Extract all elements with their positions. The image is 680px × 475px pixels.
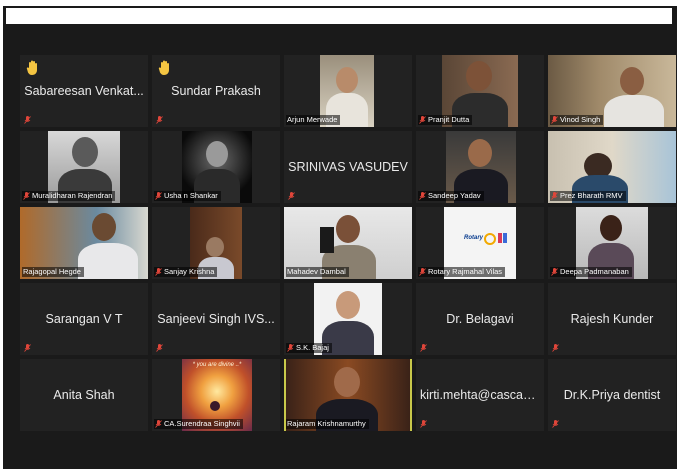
muted-mic-icon	[24, 344, 31, 352]
muted-mic-icon	[155, 420, 162, 428]
muted-mic-icon	[420, 420, 427, 428]
participant-name: SRINIVAS VASUDEV	[288, 160, 408, 174]
participant-tile[interactable]: Vinod Singh	[548, 55, 676, 127]
name-label: Rotary Rajmahal Vilas	[418, 267, 506, 277]
participant-name: Sanjeevi Singh IVS...	[157, 312, 275, 326]
participant-tile[interactable]: Rajesh Kunder	[548, 283, 676, 355]
name-label: Vinod Singh	[550, 115, 604, 125]
participant-tile[interactable]: Dr. Belagavi	[416, 283, 544, 355]
participant-tile[interactable]: Muralidharan Rajendran	[20, 131, 148, 203]
name-label: Pranjit Dutta	[418, 115, 473, 125]
raised-hand-icon	[158, 59, 172, 75]
participant-tile[interactable]: Sarangan V T	[20, 283, 148, 355]
rotary-wheel-icon	[484, 233, 496, 245]
muted-mic-icon	[551, 192, 558, 200]
participant-tile[interactable]: kirti.mehta@cascad...	[416, 359, 544, 431]
name-label: Prez Bharath RMV	[550, 191, 626, 201]
participant-tile[interactable]: Sandeep Yadav	[416, 131, 544, 203]
name-label: Arjun Merwade	[286, 115, 341, 125]
participant-tile[interactable]: Sundar Prakash	[152, 55, 280, 127]
top-bar	[6, 8, 672, 24]
name-label: Muralidharan Rajendran	[22, 191, 116, 201]
name-label: Usha n Shankar	[154, 191, 221, 201]
name-label: Rajaram Krishnamurthy	[286, 419, 369, 429]
participant-name: Dr. Belagavi	[446, 312, 514, 326]
muted-mic-icon	[419, 116, 426, 124]
name-label: Sandeep Yadav	[418, 191, 484, 201]
rotary-logo: Rotary	[464, 235, 484, 241]
name-label: Rajagopal Hegde	[22, 267, 84, 277]
muted-mic-icon	[552, 344, 559, 352]
participant-tile[interactable]: Mahadev Dambal	[284, 207, 412, 279]
participant-tile[interactable]: Prez Bharath RMV	[548, 131, 676, 203]
participant-name: Sundar Prakash	[171, 84, 261, 98]
divine-text: * you are divine ..*	[192, 362, 242, 368]
muted-mic-icon	[156, 116, 163, 124]
name-label: Deepa Padmanaban	[550, 267, 632, 277]
raised-hand-icon	[26, 59, 40, 75]
muted-mic-icon	[419, 192, 426, 200]
participant-tile[interactable]: SRINIVAS VASUDEV	[284, 131, 412, 203]
participant-tile[interactable]: Usha n Shankar	[152, 131, 280, 203]
muted-mic-icon	[420, 344, 427, 352]
muted-mic-icon	[419, 268, 426, 276]
participant-tile[interactable]: S.K. Bajaj	[284, 283, 412, 355]
name-label: S.K. Bajaj	[286, 343, 332, 353]
muted-mic-icon	[23, 192, 30, 200]
participant-tile[interactable]: Deepa Padmanaban	[548, 207, 676, 279]
muted-mic-icon	[156, 344, 163, 352]
participant-name: Dr.K.Priya dentist	[563, 388, 661, 402]
participant-name: Sabareesan Venkat...	[24, 84, 144, 98]
muted-mic-icon	[287, 344, 294, 352]
participant-tile[interactable]: Dr.K.Priya dentist	[548, 359, 676, 431]
participant-name: Rajesh Kunder	[570, 312, 654, 326]
name-label: Sanjay Krishna	[154, 267, 218, 277]
participant-tile[interactable]: * you are divine ..* CA.Surendraa Singhv…	[152, 359, 280, 431]
participant-name: Anita Shah	[53, 388, 115, 402]
participant-name: Sarangan V T	[45, 312, 123, 326]
participant-tile[interactable]: Sanjeevi Singh IVS...	[152, 283, 280, 355]
participant-tile[interactable]: Sanjay Krishna	[152, 207, 280, 279]
participant-tile[interactable]: Rotary Rotary Rajmahal Vilas	[416, 207, 544, 279]
participant-tile[interactable]: Anita Shah	[20, 359, 148, 431]
muted-mic-icon	[24, 116, 31, 124]
participant-tile[interactable]: Sabareesan Venkat...	[20, 55, 148, 127]
participant-tile[interactable]: Pranjit Dutta	[416, 55, 544, 127]
participant-grid: Sabareesan Venkat... Sundar Prakash Arju…	[20, 55, 676, 431]
muted-mic-icon	[551, 268, 558, 276]
name-label: CA.Surendraa Singhvii	[154, 419, 243, 429]
participant-name: kirti.mehta@cascad...	[420, 388, 540, 402]
active-speaker-tile[interactable]: Rajaram Krishnamurthy	[284, 359, 412, 431]
name-label: Mahadev Dambal	[286, 267, 349, 277]
muted-mic-icon	[155, 192, 162, 200]
participant-tile[interactable]: Rajagopal Hegde	[20, 207, 148, 279]
muted-mic-icon	[552, 420, 559, 428]
muted-mic-icon	[155, 268, 162, 276]
participant-tile[interactable]: Arjun Merwade	[284, 55, 412, 127]
muted-mic-icon	[551, 116, 558, 124]
muted-mic-icon	[288, 192, 295, 200]
